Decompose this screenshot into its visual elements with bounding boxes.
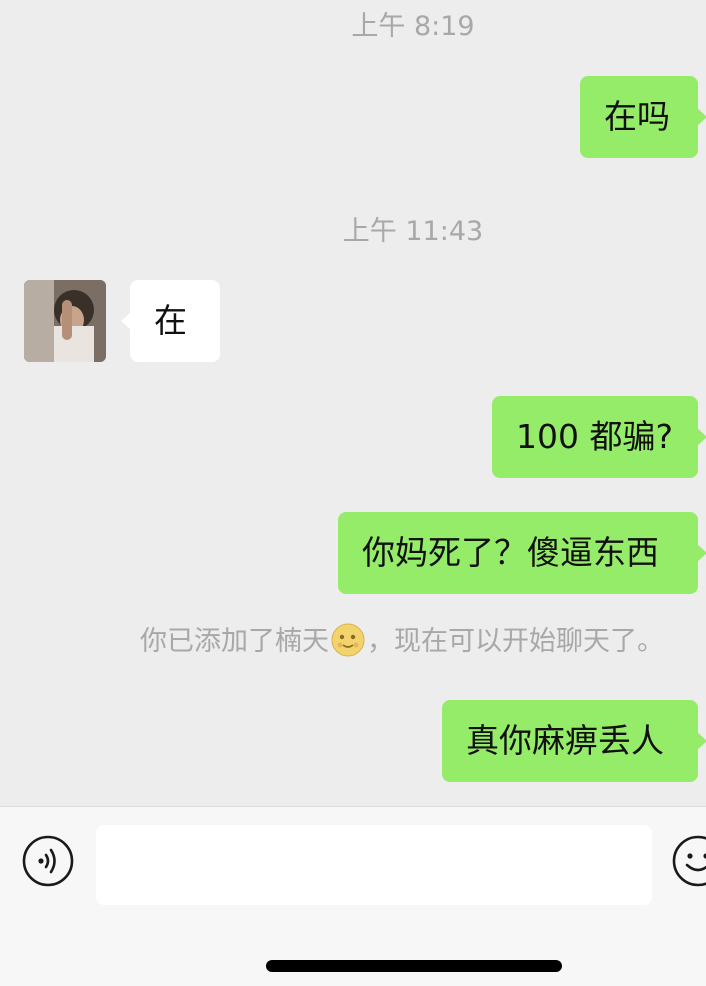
outgoing-message-bubble[interactable]: 100 都骗?: [492, 396, 706, 478]
message-list[interactable]: 上午 8:19 在吗 上午 11:43 在 100 都骗? 你妈死了？傻逼东西 …: [0, 0, 706, 806]
timestamp: 上午 11:43: [342, 216, 484, 247]
input-bar: [0, 806, 706, 986]
outgoing-message-bubble[interactable]: 在吗: [580, 76, 706, 158]
chat-screen: 上午 8:19 在吗 上午 11:43 在 100 都骗? 你妈死了？傻逼东西 …: [0, 0, 706, 986]
system-notice: 你已添加了楠天 ，现在可以开始聊天了。: [140, 620, 706, 664]
incoming-message-bubble[interactable]: 在: [121, 280, 220, 362]
outgoing-message-bubble[interactable]: 真你麻痹丢人: [442, 700, 706, 782]
smiling-moon-face-icon: [331, 623, 365, 657]
home-indicator[interactable]: [266, 960, 562, 972]
timestamp: 上午 8:19: [351, 11, 475, 42]
emoji-icon[interactable]: [672, 835, 706, 887]
voice-input-icon[interactable]: [22, 835, 74, 887]
message-input[interactable]: [96, 825, 652, 905]
system-notice-text: ，现在可以开始聊天了。: [367, 626, 664, 657]
avatar-photo: [24, 280, 106, 362]
contact-avatar[interactable]: [24, 280, 106, 362]
outgoing-message-bubble[interactable]: 你妈死了？傻逼东西: [338, 512, 706, 594]
system-notice-text: 你已添加了楠天: [140, 626, 329, 657]
